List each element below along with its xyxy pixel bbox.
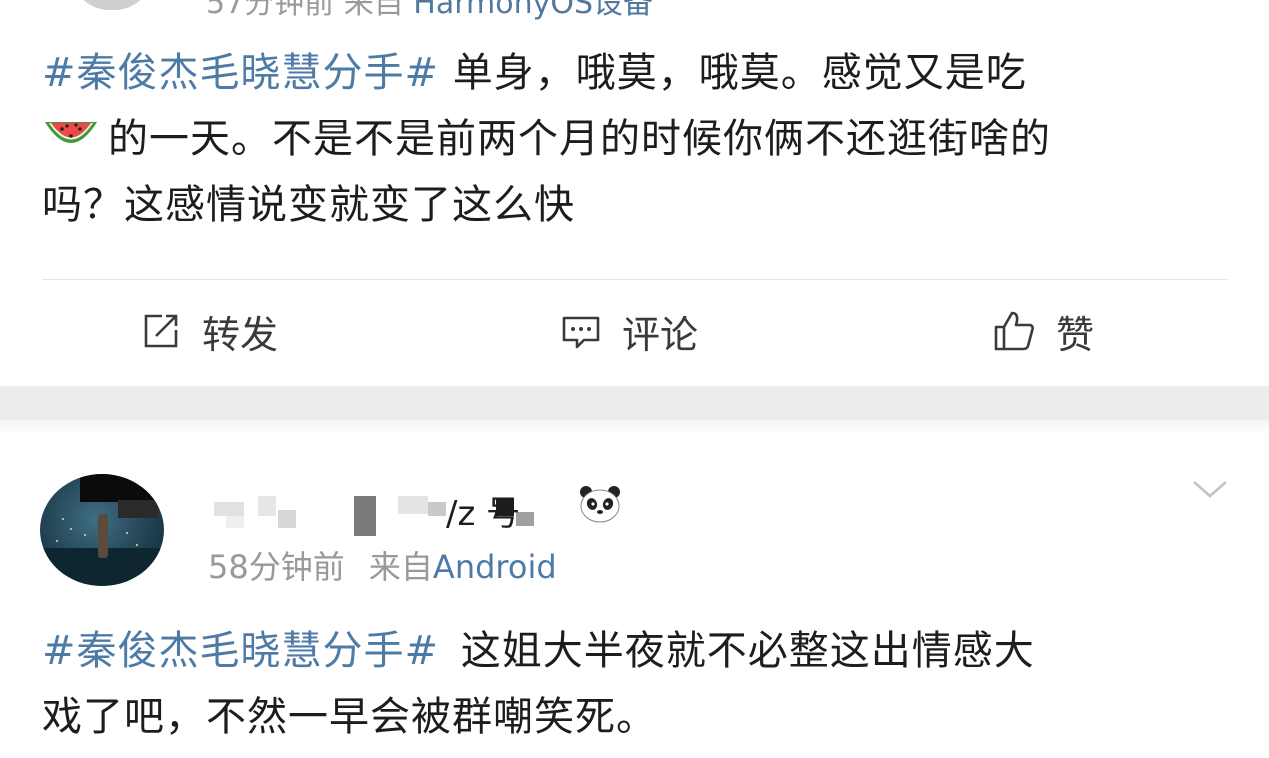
like-label: 赞 <box>1056 312 1095 357</box>
post1-text-line2: 的一天。不是不是前两个月的时候你俩不还逛街啥的 <box>108 116 1051 162</box>
avatar-star <box>136 544 138 546</box>
post1-text-line3: 吗？这感情说变就变了这么快 <box>42 182 575 228</box>
feed-separator <box>0 386 1269 420</box>
post2-avatar[interactable] <box>40 474 164 586</box>
avatar-figure <box>98 514 108 558</box>
mosaic-block <box>428 502 446 516</box>
avatar-star <box>56 540 58 542</box>
feed-separator-fade <box>0 420 1269 434</box>
mosaic-block <box>354 496 376 536</box>
post1-meta: 57分钟前 来自 HarmonyOS设备 <box>206 0 653 22</box>
mosaic-block <box>278 510 296 528</box>
avatar-star <box>84 534 86 536</box>
avatar-star <box>62 518 64 520</box>
post2-from: 来自 <box>368 548 433 586</box>
mosaic-block <box>398 496 428 514</box>
post2-username-obscured[interactable]: /z 号 <box>214 482 634 536</box>
repost-button[interactable]: 转发 <box>140 300 278 362</box>
post1-avatar[interactable] <box>70 0 154 10</box>
post2-source: Android <box>432 548 557 586</box>
watermelon-emoji <box>45 122 97 143</box>
divider <box>42 279 1228 280</box>
avatar-star <box>126 532 128 534</box>
post2-username-text: /z 号 <box>446 494 521 534</box>
comment-icon <box>562 316 600 349</box>
mosaic-block <box>214 502 244 516</box>
post1-from: 来自 <box>343 0 404 21</box>
avatar-mosaic <box>80 474 160 502</box>
post1-body: #秦俊杰毛晓慧分手# 单身，哦莫，哦莫。感觉又是吃 的一天。不是不是前两个月的时… <box>42 40 1232 238</box>
comment-label: 评论 <box>622 312 699 357</box>
panda-emoji <box>580 486 620 523</box>
post2-hashtag[interactable]: #秦俊杰毛晓慧分手# <box>42 628 439 674</box>
post2-meta: 58分钟前 来自Android <box>208 542 557 588</box>
thumbs-up-icon <box>994 311 1034 351</box>
comment-button[interactable]: 评论 <box>560 300 698 362</box>
post1-source: HarmonyOS设备 <box>413 0 654 21</box>
repost-label: 转发 <box>202 312 279 357</box>
post1-time: 57分钟前 <box>206 0 335 21</box>
post1-text-line1: 单身，哦莫，哦莫。感觉又是吃 <box>452 50 1027 96</box>
avatar-mosaic <box>118 500 158 518</box>
repost-icon <box>144 314 178 348</box>
mosaic-block <box>226 516 244 528</box>
post2-text-line1: 这姐大半夜就不必整这出情感大 <box>460 628 1035 674</box>
post1-action-bar: 转发 评论 赞 <box>0 300 1269 362</box>
avatar-star <box>70 528 72 530</box>
like-button[interactable]: 赞 <box>992 300 1094 362</box>
mosaic-block <box>258 496 276 516</box>
weibo-feed: 57分钟前 来自 HarmonyOS设备 #秦俊杰毛晓慧分手# 单身，哦莫，哦莫… <box>0 0 1269 758</box>
chevron-down-icon[interactable] <box>1190 476 1230 502</box>
post1-hashtag[interactable]: #秦俊杰毛晓慧分手# <box>42 50 439 96</box>
post2-body: #秦俊杰毛晓慧分手# 这姐大半夜就不必整这出情感大 戏了吧，不然一早会被群嘲笑死… <box>42 618 1242 750</box>
post2-time: 58分钟前 <box>208 548 345 586</box>
post2-text-line2: 戏了吧，不然一早会被群嘲笑死。 <box>42 694 657 740</box>
